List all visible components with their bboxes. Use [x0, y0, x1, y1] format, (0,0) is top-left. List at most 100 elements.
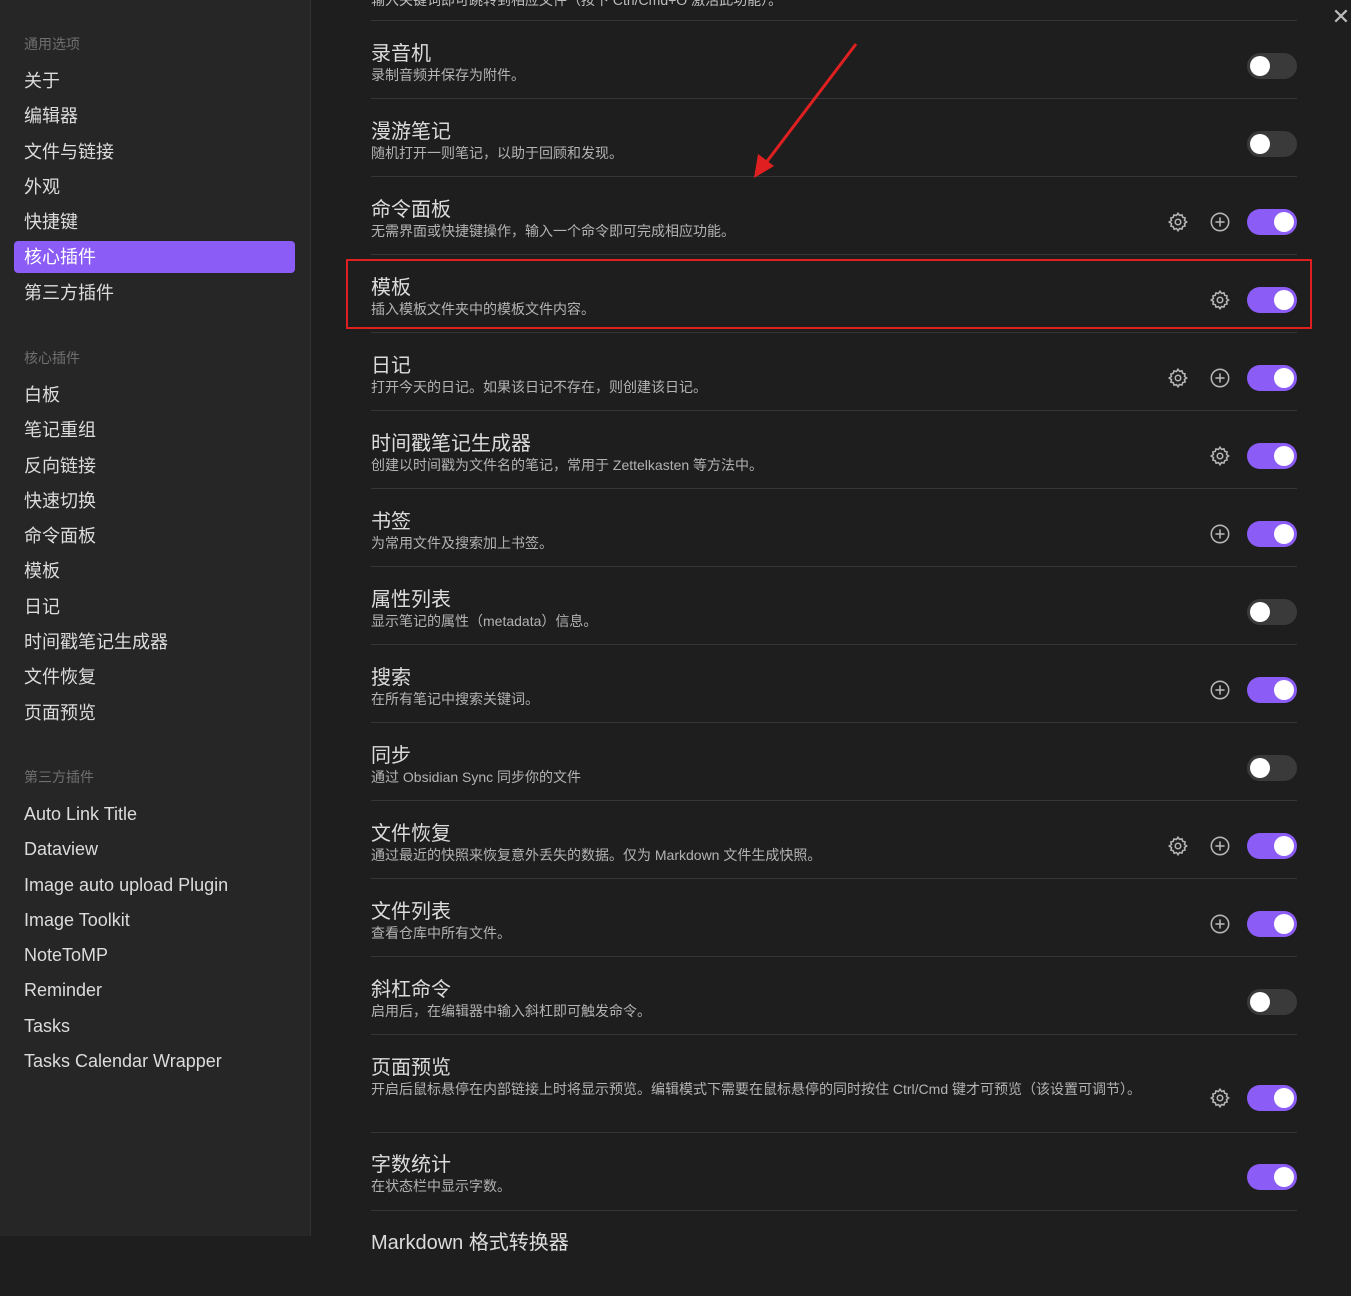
plugin-row: 文件列表查看仓库中所有文件。: [371, 895, 1297, 965]
plugin-title: 书签: [371, 511, 411, 533]
plugin-toggle[interactable]: [1247, 53, 1297, 79]
plugin-description: 在状态栏中显示字数。: [371, 1178, 511, 1194]
plugin-title: 文件列表: [371, 901, 451, 923]
plugin-title: 页面预览: [371, 1057, 451, 1079]
plugin-title: 日记: [371, 355, 411, 377]
sidebar-item[interactable]: Tasks: [14, 1010, 295, 1042]
plugin-description: 查看仓库中所有文件。: [371, 925, 511, 941]
add-hotkey-icon[interactable]: [1209, 523, 1231, 545]
add-hotkey-icon[interactable]: [1209, 835, 1231, 857]
sidebar-item[interactable]: 笔记重组: [14, 414, 295, 446]
add-hotkey-icon[interactable]: [1209, 211, 1231, 233]
general-section: 通用选项 关于 编辑器 文件与链接 外观 快捷键 核心插件 第三方插件: [14, 31, 295, 312]
community-plugins-section: 第三方插件 Auto Link Title Dataview Image auto …: [14, 764, 295, 1080]
add-hotkey-icon[interactable]: [1209, 367, 1231, 389]
plugin-row: 字数统计在状态栏中显示字数。: [371, 1148, 1297, 1218]
sidebar-item[interactable]: 日记: [14, 591, 295, 623]
row-divider: [371, 1132, 1297, 1133]
plugin-toggle[interactable]: [1247, 989, 1297, 1015]
toggle-knob: [1274, 836, 1294, 856]
plugin-toggle[interactable]: [1247, 1164, 1297, 1190]
toggle-knob: [1250, 992, 1270, 1012]
annotation-highlight-box: [346, 259, 1312, 329]
plugin-title: 漫游笔记: [371, 121, 451, 143]
plugin-title: 搜索: [371, 667, 411, 689]
plugin-row: Markdown 格式转换器: [371, 1226, 1297, 1296]
close-icon[interactable]: ✕: [1330, 5, 1351, 29]
gear-icon[interactable]: [1209, 1087, 1231, 1109]
sidebar-item[interactable]: Auto Link Title: [14, 798, 295, 830]
sidebar-item[interactable]: 反向链接: [14, 450, 295, 482]
row-divider: [371, 20, 1297, 21]
plugin-toggle[interactable]: [1247, 131, 1297, 157]
plugin-title: 录音机: [371, 43, 431, 65]
add-hotkey-icon[interactable]: [1209, 913, 1231, 935]
sidebar-item[interactable]: Reminder: [14, 974, 295, 1006]
sidebar-item[interactable]: 文件与链接: [14, 136, 295, 168]
plugin-description: 无需界面或快捷键操作，输入一个命令即可完成相应功能。: [371, 223, 735, 239]
sidebar-item[interactable]: 模板: [14, 555, 295, 587]
sidebar-item[interactable]: 时间戳笔记生成器: [14, 626, 295, 658]
plugin-toggle[interactable]: [1247, 677, 1297, 703]
sidebar-item[interactable]: 文件恢复: [14, 661, 295, 693]
toggle-knob: [1274, 212, 1294, 232]
plugin-row: 页面预览 开启后鼠标悬停在内部链接上时将显示预览。编辑模式下需要在鼠标悬停的同时按…: [371, 1051, 1297, 1121]
plugin-toggle[interactable]: [1247, 599, 1297, 625]
community-plugins-header: 第三方插件: [24, 769, 94, 785]
sidebar-item[interactable]: 快速切换: [14, 485, 295, 517]
plugin-toggle[interactable]: [1247, 209, 1297, 235]
sidebar-item[interactable]: Image auto upload Plugin: [14, 869, 295, 901]
toggle-knob: [1274, 446, 1294, 466]
plugin-toggle[interactable]: [1247, 911, 1297, 937]
sidebar-item[interactable]: Image Toolkit: [14, 904, 295, 936]
settings-sidebar: 通用选项 关于 编辑器 文件与链接 外观 快捷键 核心插件 第三方插件 核心插件 白板 笔记重…: [0, 0, 311, 1236]
toggle-knob: [1274, 914, 1294, 934]
gear-icon[interactable]: [1167, 835, 1189, 857]
plugin-row: 时间戳笔记生成器 创建以时间戳为文件名的笔记，常用于 Zettelkasten 等…: [371, 427, 1297, 497]
sidebar-item[interactable]: 命令面板: [14, 520, 295, 552]
plugin-row: 属性列表 显示笔记的属性（metadata）信息。: [371, 583, 1297, 653]
plugin-title: 字数统计: [371, 1154, 451, 1176]
sidebar-item[interactable]: 页面预览: [14, 697, 295, 729]
core-plugins-section: 核心插件 白板 笔记重组反向链接 快速切换 命令面板 模板日记 时间戳笔记生成器 文件恢复页…: [14, 345, 295, 732]
plugin-row: 斜杠命令 启用后，在编辑器中输入斜杠即可触发命令。: [371, 973, 1297, 1043]
plugin-description: 为常用文件及搜索加上书签。: [371, 535, 553, 551]
plugin-toggle[interactable]: [1247, 365, 1297, 391]
plugin-description: 创建以时间戳为文件名的笔记，常用于 Zettelkasten 等方法中。: [371, 457, 764, 473]
toggle-knob: [1274, 524, 1294, 544]
plugin-description: 显示笔记的属性（metadata）信息。: [371, 613, 598, 629]
toggle-knob: [1250, 134, 1270, 154]
toggle-knob: [1274, 680, 1294, 700]
toggle-knob: [1274, 368, 1294, 388]
plugin-toggle[interactable]: [1247, 1085, 1297, 1111]
plugin-description: 在所有笔记中搜索关键词。: [371, 691, 539, 707]
toggle-knob: [1274, 1088, 1294, 1108]
sidebar-item[interactable]: 快捷键: [14, 206, 295, 238]
gear-icon[interactable]: [1167, 367, 1189, 389]
plugin-description: 启用后，在编辑器中输入斜杠即可触发命令。: [371, 1003, 651, 1019]
add-hotkey-icon[interactable]: [1209, 679, 1231, 701]
sidebar-item[interactable]: 第三方插件: [14, 277, 295, 309]
plugin-row: 同步 通过 Obsidian Sync 同步你的文件: [371, 739, 1297, 809]
sidebar-item[interactable]: 编辑器: [14, 100, 295, 132]
toggle-knob: [1250, 56, 1270, 76]
toggle-knob: [1250, 758, 1270, 778]
plugin-toggle[interactable]: [1247, 755, 1297, 781]
sidebar-item[interactable]: NoteToMP: [14, 939, 295, 971]
sidebar-item[interactable]: Tasks Calendar Wrapper: [14, 1045, 295, 1077]
gear-icon[interactable]: [1167, 211, 1189, 233]
plugin-toggle[interactable]: [1247, 833, 1297, 859]
plugin-toggle[interactable]: [1247, 443, 1297, 469]
annotation-arrow: [754, 43, 858, 178]
sidebar-item[interactable]: 关于: [14, 65, 295, 97]
core-plugins-header: 核心插件: [24, 350, 80, 366]
sidebar-item[interactable]: Dataview: [14, 833, 295, 865]
plugin-toggle[interactable]: [1247, 521, 1297, 547]
sidebar-item[interactable]: 核心插件: [14, 241, 295, 274]
sidebar-item[interactable]: 白板: [14, 379, 295, 411]
plugin-title: Markdown 格式转换器: [371, 1232, 569, 1254]
plugin-title: 文件恢复: [371, 823, 451, 845]
toggle-knob: [1250, 602, 1270, 622]
sidebar-item[interactable]: 外观: [14, 171, 295, 203]
gear-icon[interactable]: [1209, 445, 1231, 467]
